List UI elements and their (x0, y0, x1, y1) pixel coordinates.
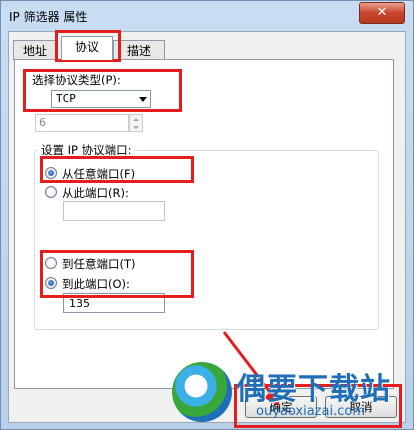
watermark-url: ouyaoxiazai.com (256, 404, 365, 419)
window-title: IP 筛选器 属性 (9, 10, 88, 24)
port-group-label: 设置 IP 协议端口: (39, 142, 134, 158)
tab-address[interactable]: 地址 (13, 40, 57, 60)
watermark-logo-icon (172, 362, 232, 422)
protocol-number-input[interactable]: 6 (35, 114, 129, 132)
chevron-down-icon (139, 97, 147, 102)
protocol-type-select[interactable]: TCP (51, 90, 151, 108)
to-any-port-label: 到任意端口(T) (62, 257, 136, 271)
tab-panel-protocol: 选择协议类型(P): TCP 6 设置 IP 协议端口: 从任意端口(F) 从此… (14, 59, 394, 389)
title-bar: IP 筛选器 属性 ✕ (1, 1, 413, 31)
port-settings-group: 设置 IP 协议端口: 从任意端口(F) 从此端口(R): 到任意端口(T) 到… (34, 142, 379, 330)
protocol-type-label: 选择协议类型(P): (32, 73, 121, 87)
tab-description[interactable]: 描述 (113, 40, 165, 60)
to-this-port-radio[interactable] (45, 277, 57, 289)
close-icon: ✕ (376, 5, 388, 20)
watermark-text: 偶要下载站 (236, 372, 391, 407)
watermark: 偶要下载站 ouyaoxiazai.com (172, 358, 412, 430)
from-this-port-radio[interactable] (45, 186, 57, 198)
close-button[interactable]: ✕ (359, 2, 405, 24)
to-this-port-input[interactable]: 135 (63, 293, 165, 313)
spin-down-icon (133, 126, 139, 129)
to-this-port-label: 到此端口(O): (62, 277, 130, 291)
to-this-port-value: 135 (69, 297, 90, 310)
from-this-port-input[interactable] (63, 201, 165, 221)
from-any-port-radio[interactable] (45, 167, 57, 179)
to-any-port-radio[interactable] (45, 257, 57, 269)
tab-protocol[interactable]: 协议 (61, 36, 113, 60)
protocol-number-value: 6 (39, 116, 46, 129)
from-any-port-label: 从任意端口(F) (62, 167, 136, 181)
protocol-number-spinner[interactable] (129, 114, 143, 132)
spin-up-icon (133, 118, 139, 121)
from-this-port-label: 从此端口(R): (62, 186, 129, 200)
protocol-type-value: TCP (56, 92, 76, 105)
